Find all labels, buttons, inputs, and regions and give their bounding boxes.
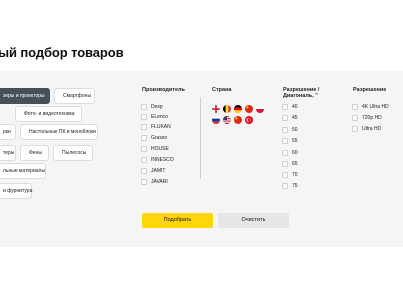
category-chip-hardware[interactable]: и фурнитура [0, 183, 32, 199]
option-label: 720p HD [362, 115, 382, 121]
option-label: Dexp [151, 104, 163, 110]
manufacturer-option[interactable]: Dexp [141, 103, 163, 111]
checkbox[interactable] [141, 146, 147, 152]
option-label: HOUSE [151, 146, 169, 152]
diagonal-heading-line2: Диагональ, " [283, 93, 318, 99]
diagonal-option[interactable]: 40 [282, 103, 298, 111]
category-chip-vacuums[interactable]: Пылесосы [53, 145, 93, 161]
turkey-flag-icon[interactable] [245, 116, 253, 124]
manufacturer-option[interactable]: FLUKAN [141, 123, 171, 131]
checkbox[interactable] [282, 183, 288, 189]
option-label: 70 [292, 172, 298, 178]
resolution-option[interactable]: Ultra HD [352, 125, 381, 133]
option-label: JAMIT [151, 168, 166, 174]
checkbox[interactable] [141, 124, 147, 130]
checkbox[interactable] [282, 150, 288, 156]
diagonal-option[interactable]: 60 [282, 149, 298, 157]
resolution-option[interactable]: 720p HD [352, 114, 382, 122]
option-label: FLUKAN [151, 124, 171, 130]
option-label: ELenco [151, 114, 168, 120]
checkbox[interactable] [282, 138, 288, 144]
belgium-flag-icon[interactable] [223, 105, 231, 113]
manufacturer-option[interactable]: ELenco [141, 113, 168, 121]
clear-button[interactable]: Очистить [218, 213, 289, 228]
category-chip-photo-video[interactable]: Фото- и видеотехника [15, 106, 82, 122]
scrollbar[interactable] [200, 97, 201, 179]
checkbox[interactable] [352, 104, 358, 110]
checkbox[interactable] [141, 157, 147, 163]
checkbox[interactable] [352, 115, 358, 121]
category-chip-monitors[interactable]: рки [0, 124, 16, 140]
checkbox[interactable] [141, 104, 147, 110]
category-chip-desktops[interactable]: Настольные ПК и моноблоки [20, 124, 98, 140]
option-label: JAVARI [151, 179, 168, 185]
russia-flag-icon[interactable] [212, 116, 220, 124]
category-chip-hairdryers[interactable]: Фены [20, 145, 49, 161]
china-flag-icon[interactable] [245, 105, 253, 113]
manufacturer-option[interactable]: JAMIT [141, 167, 165, 175]
category-chip-projectors[interactable]: зеры и проекторы [0, 88, 50, 104]
submit-button[interactable]: Подобрать [142, 213, 213, 228]
resolution-heading: Разрешение [353, 87, 387, 93]
resolution-option[interactable]: 4K Ultra HD [352, 103, 389, 111]
diagonal-option[interactable]: 50 [282, 126, 298, 134]
usa-flag-icon[interactable] [223, 116, 231, 124]
manufacturer-option[interactable]: Grasso [141, 134, 167, 142]
poland-flag-icon[interactable] [256, 105, 264, 113]
checkbox[interactable] [282, 104, 288, 110]
checkbox[interactable] [141, 135, 147, 141]
diagonal-option[interactable]: 70 [282, 171, 298, 179]
manufacturer-option[interactable]: JAVARI [141, 178, 168, 186]
option-label: 4K Ultra HD [362, 104, 389, 110]
manufacturer-option[interactable]: HOUSE [141, 145, 169, 153]
option-label: 60 [292, 150, 298, 156]
checkbox[interactable] [141, 168, 147, 174]
option-label: 65 [292, 161, 298, 167]
china-flag-icon[interactable] [234, 116, 242, 124]
checkbox[interactable] [282, 172, 288, 178]
page-title: ый подбор товаров [0, 45, 124, 60]
option-label: INNESCO [151, 157, 174, 163]
option-label: 75 [292, 183, 298, 189]
diagonal-option[interactable]: 55 [282, 137, 298, 145]
checkbox[interactable] [282, 161, 288, 167]
diagonal-option[interactable]: 65 [282, 160, 298, 168]
checkbox[interactable] [141, 114, 147, 120]
option-label: 40 [292, 104, 298, 110]
manufacturer-heading: Производитель [142, 87, 185, 93]
diagonal-option[interactable]: 75 [282, 182, 298, 190]
germany-flag-icon[interactable] [234, 105, 242, 113]
option-label: 55 [292, 138, 298, 144]
diagonal-option[interactable]: 45 [282, 114, 298, 122]
option-label: 50 [292, 127, 298, 133]
option-label: Ultra HD [362, 126, 382, 132]
checkbox[interactable] [282, 127, 288, 133]
option-label: 45 [292, 115, 298, 121]
england-flag-icon[interactable] [212, 105, 220, 113]
manufacturer-option[interactable]: INNESCO [141, 156, 174, 164]
category-chip-printers[interactable]: теры [0, 145, 16, 161]
category-chip-smartphones[interactable]: Смартфоны [54, 88, 95, 104]
checkbox[interactable] [141, 179, 147, 185]
category-chip-materials[interactable]: льные материалы [0, 163, 46, 179]
option-label: Grasso [151, 135, 168, 141]
checkbox[interactable] [282, 115, 288, 121]
country-heading: Страна [212, 87, 232, 93]
checkbox[interactable] [352, 126, 358, 132]
